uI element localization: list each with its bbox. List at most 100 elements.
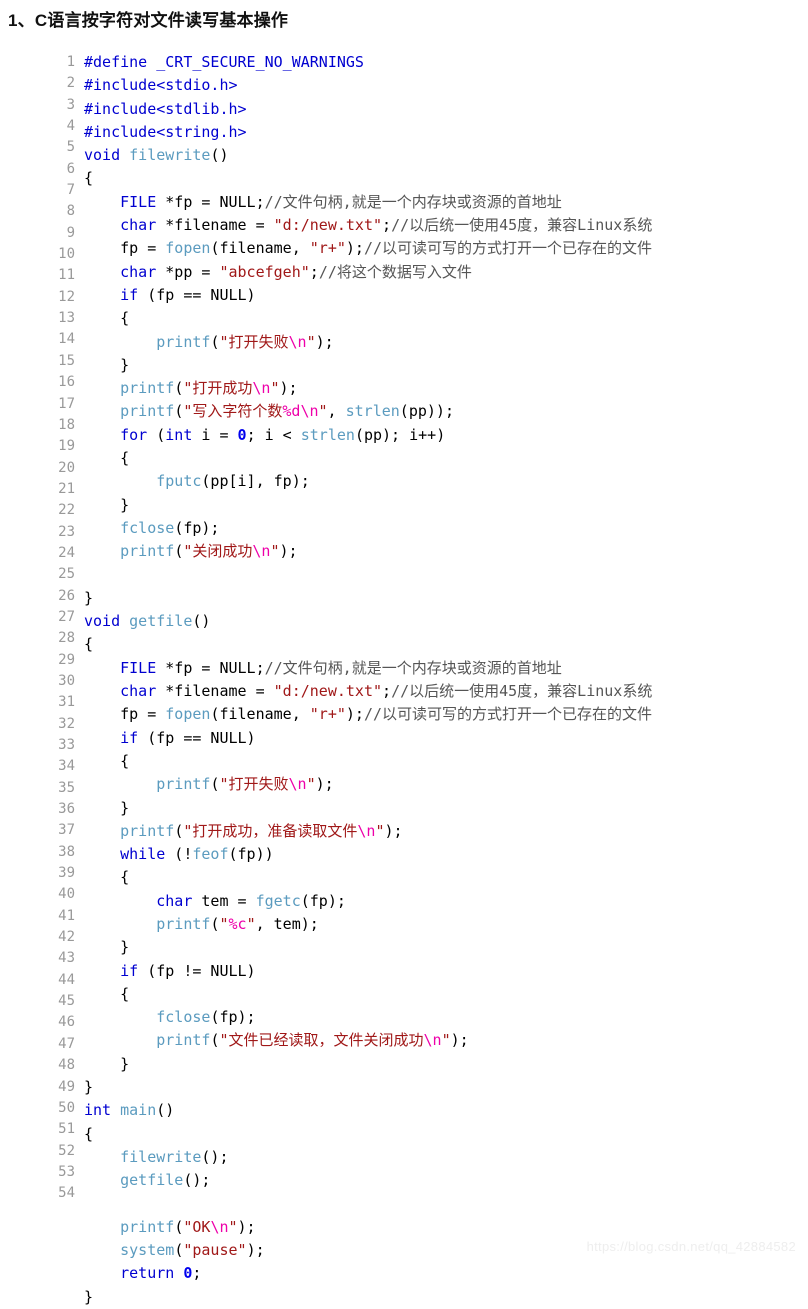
code-token: ();	[201, 1147, 229, 1166]
code-token: i =	[192, 425, 238, 444]
line-number: 42	[58, 929, 75, 946]
code-line: fputc(pp[i], fp);	[84, 470, 652, 493]
line-number: 7	[66, 182, 75, 199]
code-token: (fp == NULL)	[138, 285, 256, 304]
code-line: {	[84, 750, 652, 773]
code-token: #define _CRT_SECURE_NO_WARNINGS	[84, 53, 364, 71]
code-token: printf	[156, 775, 211, 794]
code-token: (fp);	[174, 518, 220, 537]
code-token: int	[84, 1101, 112, 1120]
code-token: //以后统一使用45度，兼容Linux系统	[391, 216, 653, 235]
code-token: %d\n	[282, 402, 319, 421]
code-token: ;	[192, 1264, 202, 1283]
line-number: 25	[58, 566, 75, 583]
code-line: printf("写入字符个数%d\n", strlen(pp));	[84, 400, 652, 423]
code-token: getfile	[129, 612, 193, 631]
code-line: printf("打开成功\n");	[84, 377, 652, 400]
code-token: #include<stdlib.h>	[84, 99, 247, 118]
line-number: 6	[66, 160, 75, 177]
code-token: {	[84, 169, 94, 188]
code-line: }	[84, 494, 652, 517]
code-line: system("pause");	[84, 1239, 652, 1262]
code-line: #include<stdio.h>	[84, 74, 652, 97]
line-number: 2	[66, 75, 75, 92]
code-line: {	[84, 866, 652, 889]
code-token: //以可读可写的方式打开一个已存在的文件	[363, 239, 653, 258]
code-content[interactable]: #define _CRT_SECURE_NO_WARNINGS #include<…	[84, 51, 652, 1309]
code-token: if	[120, 728, 139, 747]
code-line: if (fp != NULL)	[84, 960, 652, 983]
code-token: printf	[156, 332, 211, 351]
code-token: *fp = NULL;	[156, 192, 265, 211]
line-number: 44	[58, 971, 75, 988]
code-token: fopen	[165, 705, 211, 724]
line-number: 29	[58, 651, 75, 668]
code-token: void	[84, 146, 121, 165]
code-line: }	[84, 1053, 652, 1076]
code-token: char	[120, 262, 157, 281]
code-token: }	[84, 1054, 130, 1073]
code-token: (fp))	[228, 845, 274, 864]
line-number: 24	[58, 544, 75, 561]
line-number: 37	[58, 822, 75, 839]
code-token: "abcefgeh"	[219, 262, 310, 281]
line-number: 32	[58, 715, 75, 732]
line-number: 8	[66, 203, 75, 220]
code-token: (filename,	[210, 239, 310, 258]
line-number: 3	[66, 96, 75, 113]
code-token: {	[84, 1124, 94, 1143]
line-number: 28	[58, 630, 75, 647]
code-token: (fp);	[210, 1008, 256, 1027]
code-token: (	[174, 542, 184, 561]
code-token: "d:/new.txt"	[273, 682, 383, 701]
line-number: 17	[58, 395, 75, 412]
code-line: printf("%c", tem);	[84, 913, 652, 936]
code-line: getfile();	[84, 1169, 652, 1192]
code-token: if	[120, 285, 139, 304]
code-token: ;	[382, 682, 392, 701]
line-number-gutter: 1 2 3 4 5 6 7 8 9 10 11 12 13 14 15 16 17 18 19 20 21 22 23 24 2…	[0, 52, 75, 1205]
code-token: //文件句柄,就是一个内存块或资源的首地址	[264, 192, 562, 211]
code-token: *filename =	[156, 216, 274, 235]
code-line: fp = fopen(filename, "r+");//以可读可写的方式打开一…	[84, 237, 652, 260]
code-line: #define _CRT_SECURE_NO_WARNINGS	[84, 51, 652, 74]
code-token: (!	[165, 845, 193, 864]
code-token: "文件已经读取，文件关闭成功	[219, 1031, 424, 1050]
code-line: printf("文件已经读取，文件关闭成功\n");	[84, 1029, 652, 1052]
code-token: \n	[210, 1217, 229, 1236]
code-token: ;	[382, 216, 392, 235]
code-token: fclose	[156, 1008, 211, 1027]
code-token: for	[120, 425, 148, 444]
line-number: 10	[58, 246, 75, 263]
code-line: return 0;	[84, 1262, 652, 1285]
code-token: "	[219, 914, 229, 933]
line-number: 16	[58, 374, 75, 391]
line-number: 49	[58, 1078, 75, 1095]
code-token: fp =	[84, 705, 166, 724]
code-token: fgetc	[255, 891, 301, 910]
code-token: ()	[156, 1101, 175, 1120]
code-token: ()	[192, 612, 211, 631]
code-line: {	[84, 307, 652, 330]
code-line: #include<stdlib.h>	[84, 98, 652, 121]
code-token: "pause"	[183, 1241, 247, 1260]
code-token: );	[384, 821, 403, 840]
line-number: 45	[58, 993, 75, 1010]
code-token: feof	[192, 845, 229, 864]
code-token: printf	[156, 1031, 211, 1050]
code-token: }	[84, 355, 130, 374]
